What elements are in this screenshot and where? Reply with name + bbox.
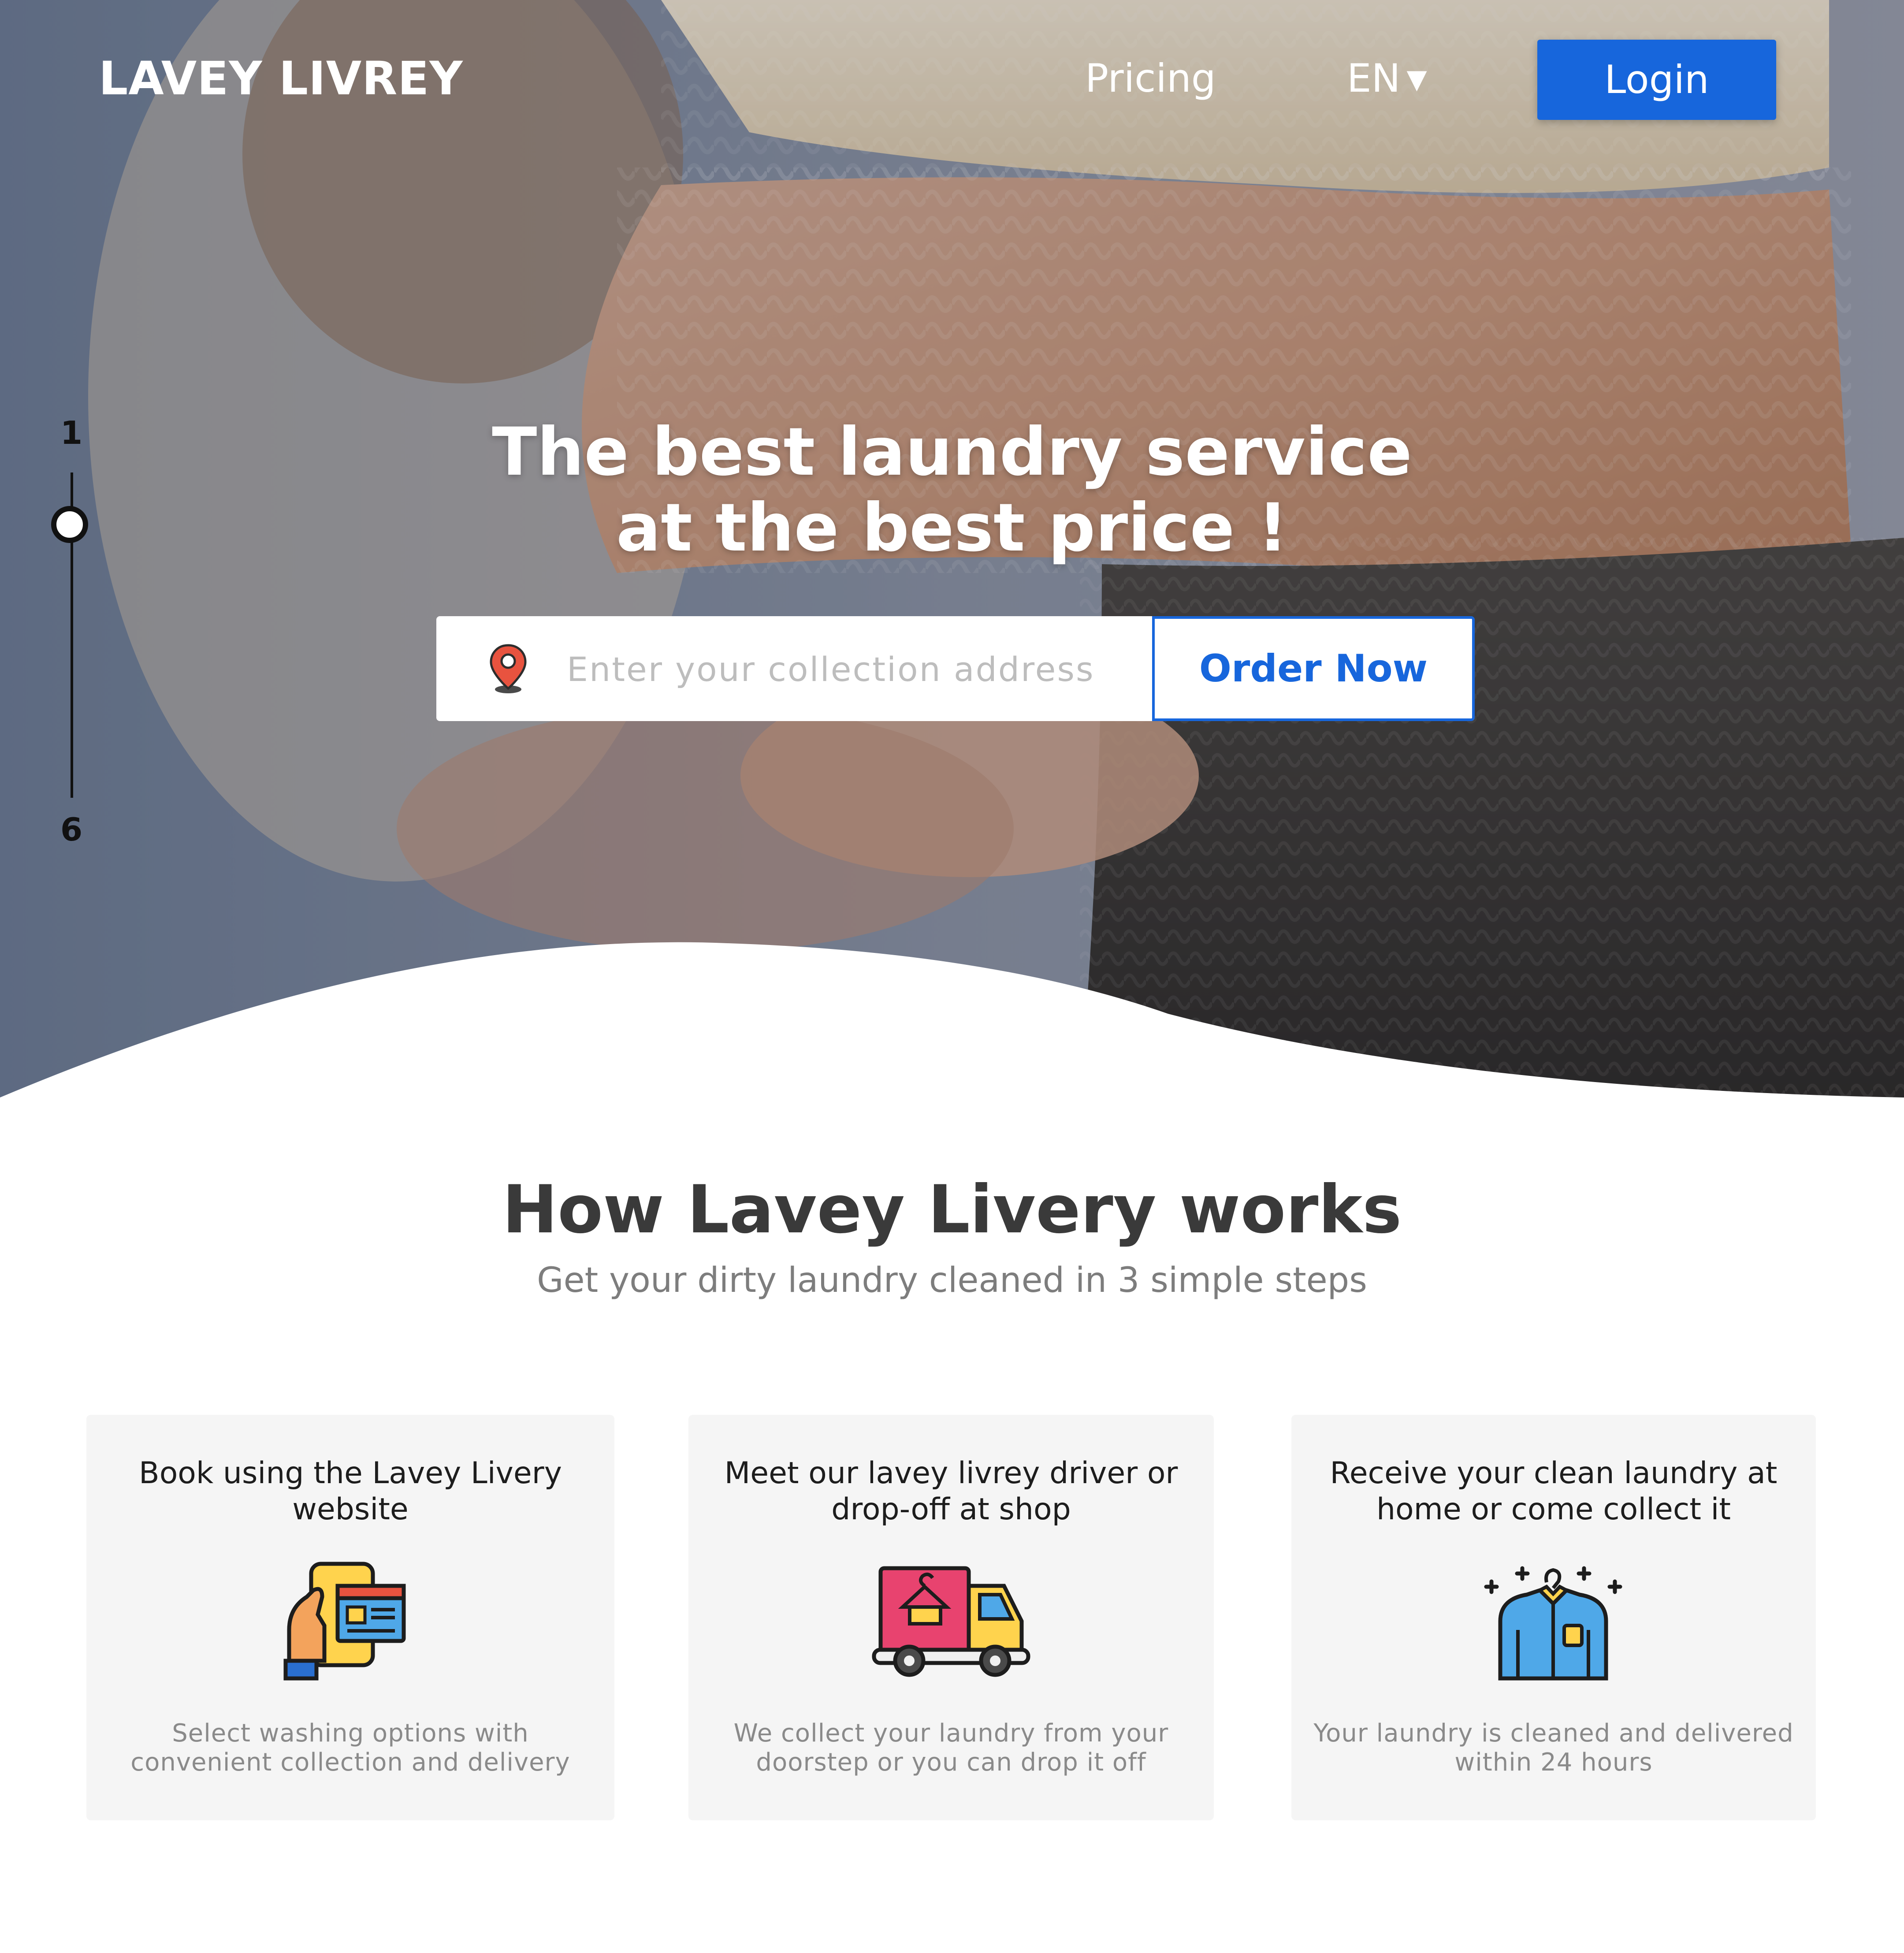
login-button[interactable]: Login <box>1537 40 1776 120</box>
step-description: Your laundry is cleaned and delivered wi… <box>1313 1719 1794 1777</box>
address-search-box <box>436 616 1152 722</box>
language-selector[interactable]: EN ▼ <box>1347 52 1427 105</box>
step-title: Book using the Lavey Livery website <box>139 1456 562 1527</box>
step-title: Receive your clean laundry at home or co… <box>1330 1456 1778 1527</box>
hero-title: The best laundry service at the best pri… <box>379 414 1525 566</box>
delivery-truck-icon <box>872 1566 1030 1677</box>
step-description: We collect your laundry from your doorst… <box>733 1719 1169 1777</box>
step-card-booking: Book using the Lavey Livery website Sele… <box>86 1415 614 1820</box>
step-description: Select washing options with convenient c… <box>130 1719 570 1777</box>
how-it-works-title: How Lavey Livery works <box>502 1172 1402 1248</box>
hero-title-line-2: at the best price ! <box>616 490 1288 566</box>
clean-shirt-icon <box>1484 1566 1622 1681</box>
brand-logo[interactable]: LAVEY LIVREY <box>99 52 463 105</box>
step-card-collection: Meet our lavey livrey driver or drop-off… <box>688 1415 1214 1820</box>
order-now-button[interactable]: Order Now <box>1152 616 1475 721</box>
hero-section: LAVEY LIVREY Pricing EN ▼ Login 1 6 The b… <box>0 0 1904 1097</box>
address-input[interactable] <box>566 616 1141 722</box>
step-title: Meet our lavey livrey driver or drop-off… <box>724 1456 1178 1527</box>
slide-indicator-last: 6 <box>60 811 83 848</box>
slide-indicator-handle[interactable] <box>51 506 88 543</box>
nav-pricing-link[interactable]: Pricing <box>1085 52 1216 105</box>
language-label: EN <box>1347 56 1401 101</box>
location-pin-icon <box>490 644 527 693</box>
phone-booking-icon <box>283 1562 406 1681</box>
hero-title-line-1: The best laundry service <box>492 414 1412 491</box>
step-card-delivery: Receive your clean laundry at home or co… <box>1291 1415 1816 1820</box>
slide-indicator-first: 1 <box>60 414 83 451</box>
how-it-works-subtitle: Get your dirty laundry cleaned in 3 simp… <box>537 1261 1367 1300</box>
caret-down-icon: ▼ <box>1406 64 1427 95</box>
